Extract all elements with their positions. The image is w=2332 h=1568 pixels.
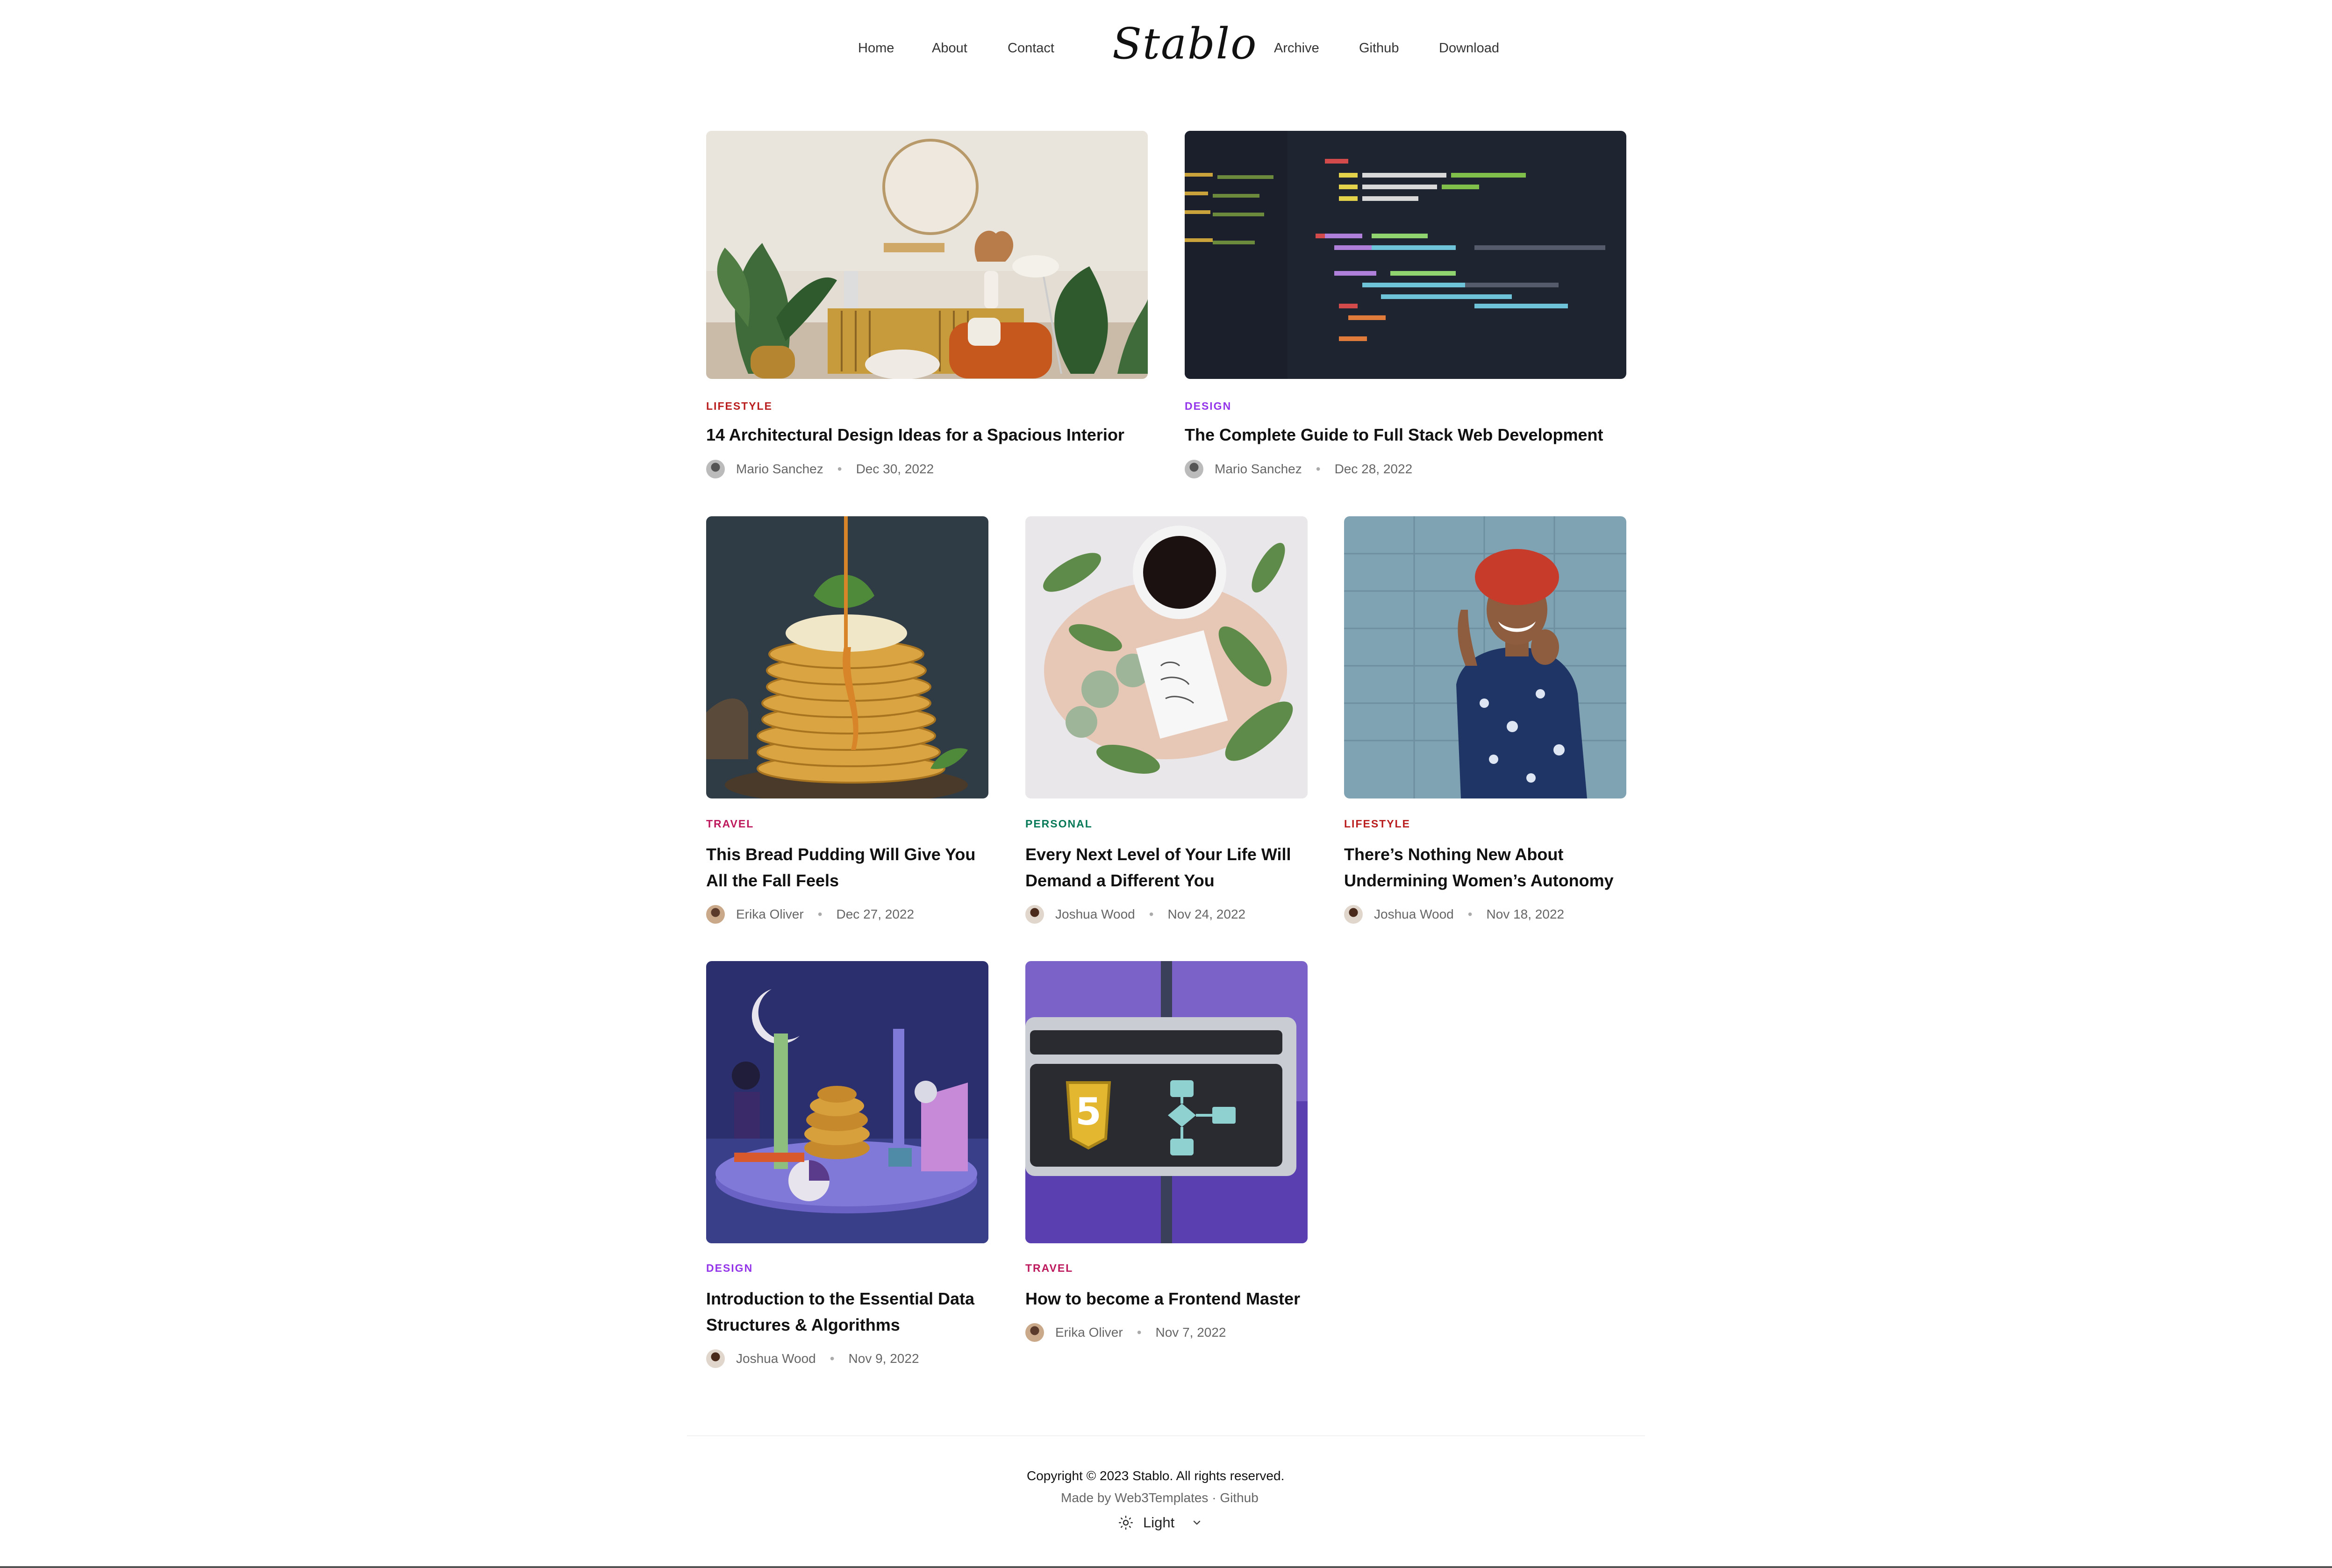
post-meta: Joshua Wood • Nov 24, 2022 xyxy=(1025,905,1245,924)
category-label[interactable]: Lifestyle xyxy=(706,400,773,413)
meta-separator: • xyxy=(1316,462,1321,476)
post-meta: Erika Oliver • Nov 7, 2022 xyxy=(1025,1323,1226,1342)
category-label[interactable]: Personal xyxy=(1025,818,1093,830)
nav-home[interactable]: Home xyxy=(858,41,894,56)
post-date: Nov 18, 2022 xyxy=(1486,907,1565,921)
nav-download[interactable]: Download xyxy=(1439,41,1499,56)
footer-divider xyxy=(687,1435,1645,1436)
meta-separator: • xyxy=(1149,907,1154,921)
nav-about[interactable]: About xyxy=(932,41,967,56)
post-thumbnail[interactable] xyxy=(706,131,1148,379)
pancakes-photo xyxy=(706,516,988,798)
post-meta: Mario Sanchez • Dec 28, 2022 xyxy=(1185,460,1412,478)
coffee-leaves-photo xyxy=(1025,516,1308,798)
post-meta: Joshua Wood • Nov 9, 2022 xyxy=(706,1349,919,1368)
category-label[interactable]: Design xyxy=(706,1262,753,1275)
post-date: Nov 24, 2022 xyxy=(1167,907,1246,921)
site-logo[interactable]: Stablo xyxy=(1112,19,1258,69)
post-title[interactable]: There’s Nothing New About Undermining Wo… xyxy=(1344,841,1634,894)
post-title[interactable]: Introduction to the Essential Data Struc… xyxy=(706,1286,996,1338)
author-name[interactable]: Mario Sanchez xyxy=(1215,462,1302,477)
theme-switcher[interactable]: Light xyxy=(1119,1514,1202,1531)
post-title[interactable]: 14 Architectural Design Ideas for a Spac… xyxy=(706,422,1155,448)
author-name[interactable]: Joshua Wood xyxy=(736,1351,816,1366)
post-date: Dec 30, 2022 xyxy=(856,462,934,476)
post-title[interactable]: This Bread Pudding Will Give You All the… xyxy=(706,841,996,894)
author-name[interactable]: Erika Oliver xyxy=(1055,1325,1123,1340)
author-avatar xyxy=(1025,905,1044,924)
copyright-text: Copyright © 2023 Stablo. All rights rese… xyxy=(1027,1468,1285,1483)
post-thumbnail[interactable] xyxy=(1344,516,1626,798)
woman-portrait-photo xyxy=(1344,516,1626,798)
theme-label: Light xyxy=(1143,1514,1175,1531)
post-meta: Joshua Wood • Nov 18, 2022 xyxy=(1344,905,1564,924)
web3templates-link[interactable]: Web3Templates xyxy=(1115,1490,1208,1505)
code-screen-photo xyxy=(1185,131,1626,379)
made-by-line: Made by Web3Templates · Github xyxy=(1061,1490,1259,1505)
meta-separator: • xyxy=(830,1351,835,1366)
post-thumbnail[interactable] xyxy=(706,516,988,798)
author-name[interactable]: Mario Sanchez xyxy=(736,462,823,477)
author-avatar xyxy=(1025,1323,1044,1342)
made-by-prefix: Made by xyxy=(1061,1490,1115,1505)
category-label[interactable]: Lifestyle xyxy=(1344,818,1410,830)
category-label[interactable]: Travel xyxy=(1025,1262,1073,1275)
nav-archive[interactable]: Archive xyxy=(1274,41,1319,56)
post-date: Nov 7, 2022 xyxy=(1155,1325,1226,1340)
nav-contact[interactable]: Contact xyxy=(1008,41,1054,56)
meta-separator: • xyxy=(1467,907,1473,921)
author-avatar xyxy=(706,905,725,924)
post-thumbnail[interactable] xyxy=(1185,131,1626,379)
chevron-down-icon xyxy=(1194,1520,1201,1525)
post-date: Dec 27, 2022 xyxy=(836,907,915,921)
nav-github[interactable]: Github xyxy=(1359,41,1399,56)
author-avatar xyxy=(1344,905,1363,924)
category-label[interactable]: Travel xyxy=(706,818,754,830)
viewport-bottom-border xyxy=(0,1566,2332,1568)
post-meta: Erika Oliver • Dec 27, 2022 xyxy=(706,905,914,924)
made-by-separator: · xyxy=(1208,1490,1220,1505)
author-name[interactable]: Erika Oliver xyxy=(736,907,804,922)
post-meta: Mario Sanchez • Dec 30, 2022 xyxy=(706,460,934,478)
post-thumbnail[interactable] xyxy=(706,961,988,1243)
3d-shapes-render xyxy=(706,961,988,1243)
category-label[interactable]: Design xyxy=(1185,400,1231,413)
svg-text:5: 5 xyxy=(1075,1090,1102,1133)
post-title[interactable]: The Complete Guide to Full Stack Web Dev… xyxy=(1185,422,1633,448)
author-name[interactable]: Joshua Wood xyxy=(1374,907,1454,922)
author-avatar xyxy=(706,1349,725,1368)
meta-separator: • xyxy=(837,462,842,476)
meta-separator: • xyxy=(817,907,823,921)
sun-icon xyxy=(1119,1516,1133,1530)
post-thumbnail[interactable] xyxy=(1025,516,1308,798)
post-title[interactable]: How to become a Frontend Master xyxy=(1025,1286,1315,1312)
post-date: Dec 28, 2022 xyxy=(1334,462,1413,476)
meta-separator: • xyxy=(1137,1325,1142,1340)
author-avatar xyxy=(706,460,725,478)
post-thumbnail[interactable]: 5 xyxy=(1025,961,1308,1243)
author-avatar xyxy=(1185,460,1203,478)
js-flowchart-render: 5 xyxy=(1025,961,1308,1243)
post-date: Nov 9, 2022 xyxy=(848,1351,919,1366)
author-name[interactable]: Joshua Wood xyxy=(1055,907,1135,922)
footer-github-link[interactable]: Github xyxy=(1220,1490,1259,1505)
living-room-photo xyxy=(706,131,1148,379)
post-title[interactable]: Every Next Level of Your Life Will Deman… xyxy=(1025,841,1315,894)
